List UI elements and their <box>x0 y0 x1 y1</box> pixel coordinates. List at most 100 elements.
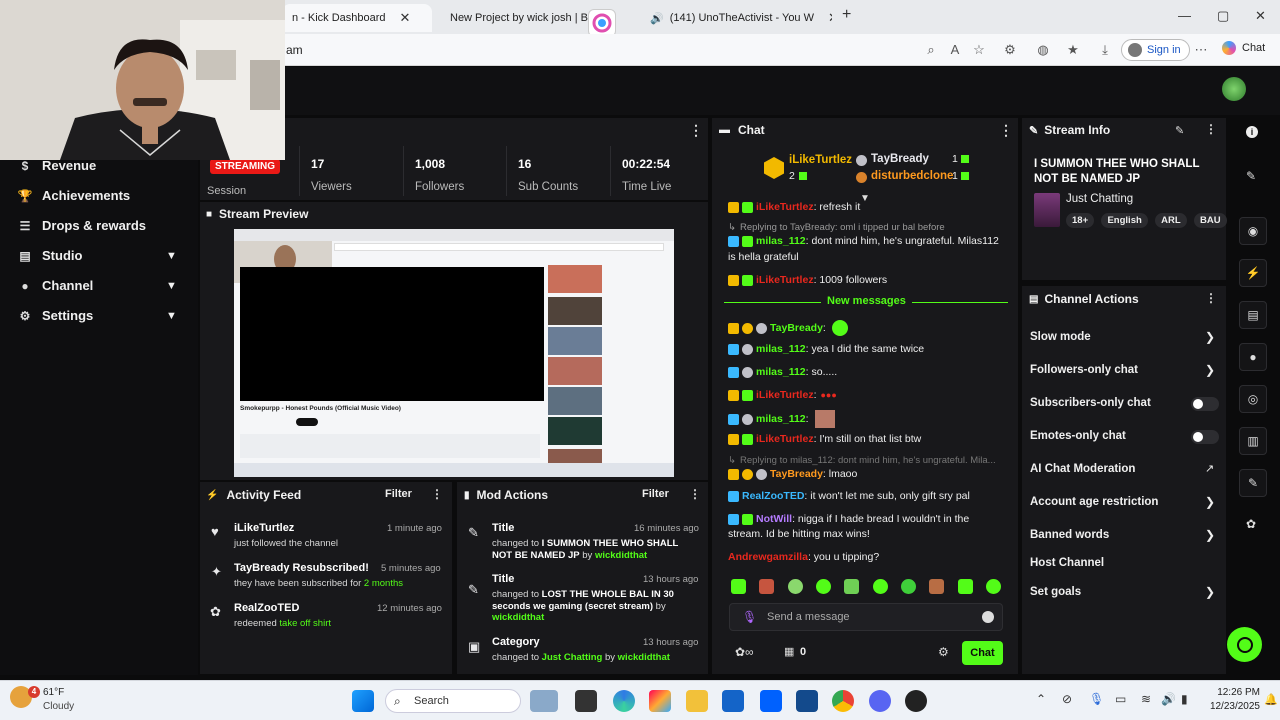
chat-username[interactable]: milas_112 <box>756 235 806 247</box>
weather-temp[interactable]: 61°F <box>43 687 64 698</box>
tab-youtube[interactable]: 🔊 (141) UnoTheActivist - You W ✕ <box>632 4 832 32</box>
extensions-icon[interactable]: ⚙ <box>1001 41 1019 59</box>
slow-mode-label[interactable]: Slow mode <box>1030 331 1091 343</box>
tray-expand-icon[interactable]: ⌃ <box>1036 692 1046 706</box>
activity-filter-button[interactable]: Filter <box>385 488 412 500</box>
emote-icon[interactable] <box>731 579 746 594</box>
rail-notes-icon[interactable]: ▤ <box>1239 301 1267 329</box>
task-view-icon[interactable] <box>575 690 597 712</box>
taskbar-search[interactable]: ⌕ Search <box>385 689 521 713</box>
weather-desc[interactable]: Cloudy <box>43 701 74 712</box>
taskbar-time[interactable]: 12:26 PM <box>1210 687 1260 698</box>
chat-username[interactable]: iLikeTurtlez <box>756 389 814 401</box>
top-gifter-name[interactable]: disturbedclone <box>871 170 953 182</box>
edit-pencil-icon[interactable]: ✎ <box>1175 124 1184 137</box>
rail-camera-icon[interactable]: ◉ <box>1239 217 1267 245</box>
close-window-icon[interactable]: ✕ <box>1255 8 1266 24</box>
chat-username[interactable]: milas_112 <box>756 343 806 355</box>
activity-item-name[interactable]: RealZooTED <box>234 602 299 614</box>
dropbox-icon[interactable] <box>760 690 782 712</box>
copilot-app-icon[interactable] <box>649 690 671 712</box>
viewers-icon[interactable]: ✿∞ <box>735 645 754 659</box>
close-tab-icon[interactable]: ✕ <box>828 10 832 26</box>
collapse-icon[interactable]: ▼ <box>860 193 870 204</box>
gift-box-icon[interactable]: ▦ <box>784 645 794 658</box>
pen-icon[interactable]: ✎ <box>1246 169 1256 183</box>
chat-username[interactable]: Andrewgamzilla <box>728 551 808 563</box>
notifications-icon[interactable]: 🔔 <box>1264 693 1278 706</box>
chat-username[interactable]: iLikeTurtlez <box>756 433 814 445</box>
mod-action-value[interactable]: Just Chatting <box>542 652 603 663</box>
copilot-icon[interactable] <box>588 9 616 37</box>
mod-more-icon[interactable]: ⋮ <box>689 487 701 501</box>
chat-settings-icon[interactable]: ⚙ <box>938 645 949 659</box>
file-explorer-icon[interactable] <box>686 690 708 712</box>
rail-layout-icon[interactable]: ▥ <box>1239 427 1267 455</box>
emote-icon[interactable] <box>759 579 775 594</box>
channel-actions-more-icon[interactable]: ⋮ <box>1205 291 1217 305</box>
wifi-icon[interactable]: ≋ <box>1141 692 1151 706</box>
set-goals-label[interactable]: Set goals <box>1030 586 1081 598</box>
chat-username[interactable]: TayBready <box>770 322 823 334</box>
emote-icon[interactable] <box>872 579 888 594</box>
obs-icon[interactable] <box>905 690 927 712</box>
sidebar-item-studio[interactable]: ▤ Studio ▼ <box>18 248 188 263</box>
support-button[interactable] <box>1227 627 1262 662</box>
banned-words-label[interactable]: Banned words <box>1030 529 1109 541</box>
emote-icon[interactable] <box>957 579 973 594</box>
chat-username[interactable]: NotWill <box>756 513 792 525</box>
category-thumbnail[interactable] <box>1034 193 1060 227</box>
battery-icon[interactable]: ▮ <box>1181 692 1188 706</box>
volume-icon[interactable]: 🔊 <box>1161 692 1176 706</box>
chevron-right-icon[interactable]: ❯ <box>1205 363 1215 377</box>
rail-broadcast-icon[interactable]: ◎ <box>1239 385 1267 413</box>
favorites-icon[interactable]: ★ <box>1064 41 1082 59</box>
activity-item-name[interactable]: iLikeTurtlez <box>234 522 294 534</box>
info-icon[interactable]: i <box>1246 126 1258 138</box>
microphone-icon[interactable]: 🎙 <box>742 610 757 624</box>
subscribers-only-toggle[interactable] <box>1191 397 1219 411</box>
chat-username[interactable]: RealZooTED <box>742 490 804 502</box>
send-chat-button[interactable]: Chat <box>962 641 1003 665</box>
chat-username[interactable]: milas_112 <box>756 366 806 378</box>
tray-mic-icon[interactable]: 🎙 <box>1089 692 1104 706</box>
tab-new-project[interactable]: New Project by wick josh | Ba <box>432 4 592 32</box>
minimize-icon[interactable]: — <box>1178 8 1191 23</box>
mod-filter-button[interactable]: Filter <box>642 488 669 500</box>
emote-icon[interactable] <box>985 579 1001 594</box>
mod-action-user[interactable]: wickdidthat <box>595 550 647 561</box>
mod-action-user[interactable]: wickdidthat <box>618 652 670 663</box>
host-channel-label[interactable]: Host Channel <box>1030 557 1104 569</box>
chevron-right-icon[interactable]: ❯ <box>1205 330 1215 344</box>
emotes-only-toggle[interactable] <box>1191 430 1219 444</box>
external-link-icon[interactable]: ↗ <box>1205 462 1214 475</box>
account-age-label[interactable]: Account age restriction <box>1030 496 1158 508</box>
url-text[interactable]: am <box>286 43 303 57</box>
emote-icon[interactable] <box>844 579 860 594</box>
chrome-icon[interactable] <box>832 690 854 712</box>
rail-chat-icon[interactable]: ● <box>1239 343 1267 371</box>
emote-icon[interactable] <box>787 579 803 594</box>
emote-icon[interactable] <box>900 579 916 594</box>
stream-info-more-icon[interactable]: ⋮ <box>1205 122 1217 136</box>
top-gifter-name[interactable]: TayBready <box>871 153 929 165</box>
discord-icon[interactable] <box>869 690 891 712</box>
downloads-icon[interactable]: ⤓ <box>1096 41 1114 59</box>
tray-network-off-icon[interactable]: ⊘ <box>1062 692 1072 706</box>
top-gifter-name[interactable]: iLikeTurtlez <box>789 154 852 166</box>
chevron-right-icon[interactable]: ❯ <box>1205 585 1215 599</box>
sidebar-item-achievements[interactable]: 🏆 Achievements <box>18 188 131 203</box>
sidebar-item-revenue[interactable]: $ Revenue <box>18 158 97 173</box>
rail-extras-icon[interactable]: ✿ <box>1246 517 1256 531</box>
followers-only-label[interactable]: Followers-only chat <box>1030 364 1138 376</box>
rail-lightning-icon[interactable]: ⚡ <box>1239 259 1267 287</box>
performance-icon[interactable]: ◍ <box>1034 41 1052 59</box>
windows-start-icon[interactable] <box>352 690 374 712</box>
new-tab-icon[interactable]: + <box>842 6 851 24</box>
user-avatar[interactable] <box>1222 77 1246 101</box>
ai-moderation-label[interactable]: AI Chat Moderation <box>1030 463 1135 475</box>
chat-username[interactable]: iLikeTurtlez <box>756 274 814 286</box>
tray-display-icon[interactable]: ▭ <box>1115 692 1126 706</box>
chat-input[interactable]: 🎙 Send a message <box>729 603 1003 631</box>
chevron-right-icon[interactable]: ❯ <box>1205 528 1215 542</box>
